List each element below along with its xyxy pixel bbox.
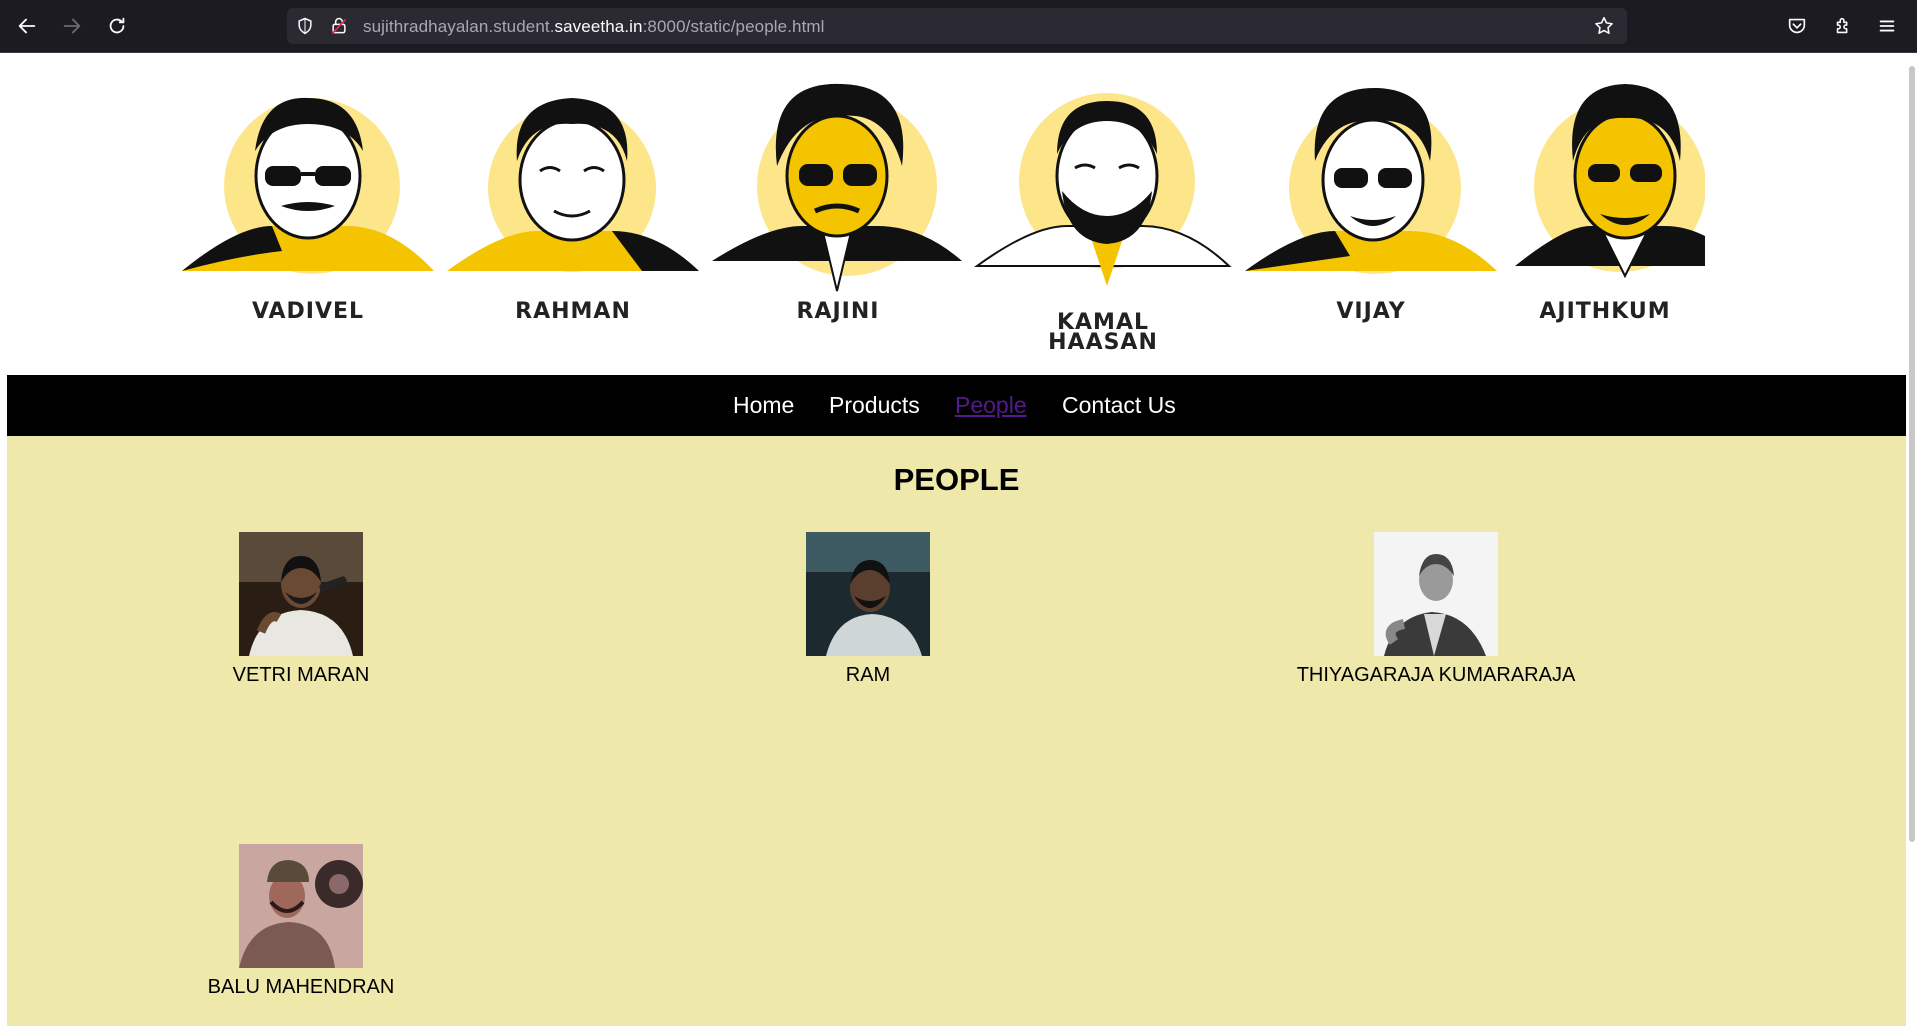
nav-link-contact-us[interactable]: Contact Us [1062,392,1176,419]
actor-name: AJITHKUM [1539,299,1671,324]
people-section: PEOPLE VETRI MARAN RAM THIYAGARAJA KUMAR… [7,436,1906,1026]
actor-name: VIJAY [1336,299,1406,324]
actor-caricature-icon [712,83,962,292]
person-name: RAM [845,664,891,686]
actor-caricature-icon [1245,87,1497,274]
portrait-vetri-maran-icon [239,532,363,656]
person-card: VETRI MARAN [101,532,501,687]
bookmark-star-icon[interactable] [1593,15,1615,37]
shield-icon[interactable] [295,16,315,36]
url-suffix: :8000/static/people.html [642,17,825,36]
header-banner: VADIVEL RAHMAN RAJINI KAMAL HAASAN VIJAY… [7,62,1906,375]
reload-button[interactable] [103,12,131,40]
pocket-button[interactable] [1783,12,1811,40]
person-card: BALU MAHENDRAN [101,844,501,999]
hamburger-menu-icon [1879,20,1895,32]
actor-caricature-icon [182,97,434,274]
browser-toolbar: sujithradhayalan.student.saveetha.in:800… [0,0,1917,53]
actor-illustration-rahman: RAHMAN [442,76,704,346]
page-title: PEOPLE [893,462,1020,497]
person-photo [806,532,930,656]
url-domain: saveetha.in [554,17,643,36]
actor-illustration-vijay: VIJAY [1240,76,1502,346]
arrow-left-icon [18,18,36,34]
person-photo [239,844,363,968]
url-text[interactable]: sujithradhayalan.student.saveetha.in:800… [363,17,825,37]
back-button[interactable] [13,12,41,40]
actor-illustration-kamal-haasan: KAMAL HAASAN [972,76,1234,354]
actor-name-line2: HAASAN [1048,330,1158,355]
actor-name: VADIVEL [251,299,365,324]
person-name: BALU MAHENDRAN [207,976,395,998]
menu-button[interactable] [1873,12,1901,40]
page-scrollbar[interactable] [1909,66,1915,842]
puzzle-icon [1836,17,1848,34]
address-bar[interactable]: sujithradhayalan.student.saveetha.in:800… [287,8,1627,44]
portrait-ram-icon [806,532,930,656]
forward-button[interactable] [58,12,86,40]
actor-illustration-rajini: RAJINI [707,76,969,346]
portrait-balu-mahendran-icon [239,844,363,968]
actor-caricature-icon [1515,84,1705,279]
person-photo [1374,532,1498,656]
nav-link-home[interactable]: Home [733,392,794,419]
actor-name: RAHMAN [515,299,631,324]
url-prefix: sujithradhayalan.student. [363,17,555,36]
actor-illustration-vadivel: VADIVEL [177,76,439,346]
nav-link-people[interactable]: People [955,392,1027,419]
reload-icon [109,17,125,34]
person-card: RAM [668,532,1068,687]
person-name: THIYAGARAJA KUMARARAJA [1296,664,1576,686]
actor-illustration-ajithkumar: AJITHKUM [1505,76,1705,346]
main-navigation: Home Products People Contact Us [7,375,1906,436]
person-photo [239,532,363,656]
arrow-right-icon [63,18,81,34]
extensions-button[interactable] [1829,12,1857,40]
actor-caricature-icon [447,98,699,272]
insecure-lock-icon[interactable] [329,16,349,36]
person-card: THIYAGARAJA KUMARARAJA [1236,532,1636,687]
web-page: VADIVEL RAHMAN RAJINI KAMAL HAASAN VIJAY… [7,62,1906,1026]
portrait-thiyagaraja-kumararaja-icon [1374,532,1498,656]
actor-name: RAJINI [796,299,880,324]
nav-link-products[interactable]: Products [829,392,920,419]
pocket-icon [1788,18,1806,34]
actor-caricature-icon [973,93,1232,286]
person-name: VETRI MARAN [232,664,370,686]
